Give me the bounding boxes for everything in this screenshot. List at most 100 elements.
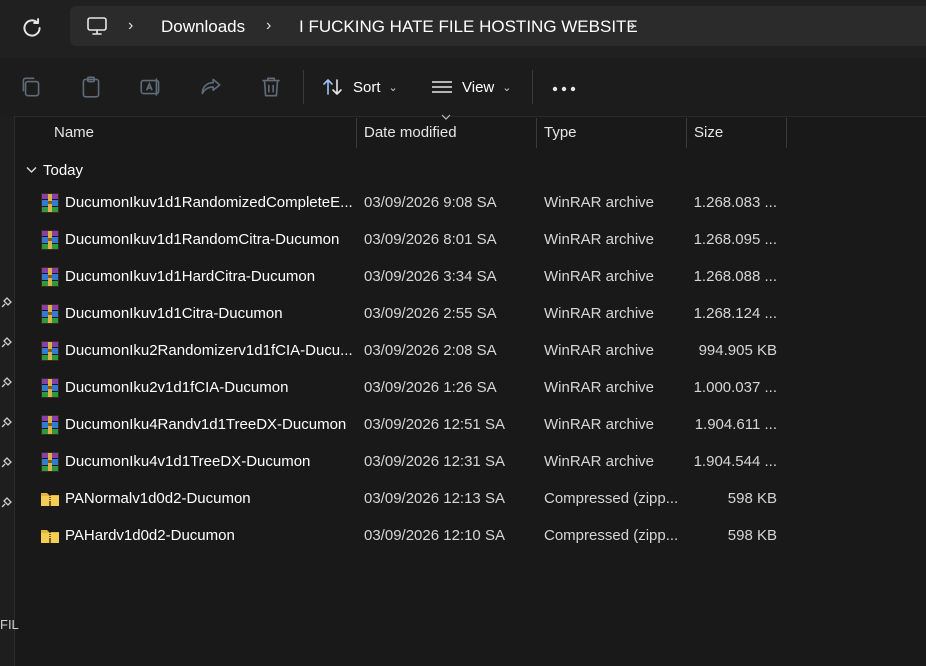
file-row[interactable]: DucumonIkuv1d1Citra-Ducumon 03/09/2026 2:…	[20, 295, 786, 332]
command-bar: Sort ⌄ View ⌄	[0, 58, 926, 117]
file-date-modified: 03/09/2026 2:08 SA	[364, 342, 497, 359]
file-type: WinRAR archive	[544, 194, 655, 211]
file-type: WinRAR archive	[544, 416, 655, 433]
rename-icon[interactable]	[138, 74, 164, 100]
delete-icon[interactable]	[258, 74, 284, 100]
file-date-modified: 03/09/2026 8:01 SA	[364, 231, 497, 248]
file-date-modified: 03/09/2026 3:34 SA	[364, 268, 497, 285]
file-name: DucumonIku4v1d1TreeDX-Ducumon	[65, 453, 311, 470]
file-date-modified: 03/09/2026 12:10 SA	[364, 527, 505, 544]
chevron-right-icon[interactable]: ›	[266, 16, 280, 36]
file-type: WinRAR archive	[544, 305, 655, 322]
file-type: Compressed (zipp...	[544, 527, 679, 544]
pin-icon[interactable]	[0, 337, 12, 349]
winrar-icon	[41, 304, 59, 324]
file-size: 1.000.037 ...	[693, 379, 777, 396]
chevron-right-icon[interactable]: ›	[630, 16, 644, 36]
file-size: 598 KB	[727, 490, 777, 507]
toolbar-divider	[303, 70, 304, 104]
column-divider[interactable]	[686, 118, 687, 148]
file-type: WinRAR archive	[544, 453, 655, 470]
file-name: DucumonIkuv1d1HardCitra-Ducumon	[65, 268, 316, 285]
breadcrumb-downloads[interactable]: Downloads	[161, 16, 245, 38]
file-row[interactable]: PAHardv1d0d2-Ducumon 03/09/2026 12:10 SA C…	[20, 517, 786, 554]
file-row[interactable]: DucumonIku2Randomizerv1d1fCIA-Ducu... 03/…	[20, 332, 786, 369]
file-size: 1.268.095 ...	[693, 231, 777, 248]
column-divider[interactable]	[356, 118, 357, 148]
breadcrumb-current-folder[interactable]: I FUCKING HATE FILE HOSTING WEBSITE	[299, 16, 638, 38]
pin-icon[interactable]	[0, 457, 12, 469]
column-divider[interactable]	[786, 118, 787, 148]
file-name: DucumonIkuv1d1Citra-Ducumon	[65, 305, 283, 322]
file-size: 598 KB	[727, 527, 777, 544]
winrar-icon	[41, 230, 59, 250]
file-size: 994.905 KB	[698, 342, 777, 359]
view-label: View	[462, 78, 495, 96]
column-header-size[interactable]: Size	[694, 118, 723, 148]
file-name: PANormalv1d0d2-Ducumon	[65, 490, 251, 507]
chevron-right-icon[interactable]: ›	[128, 16, 142, 36]
paste-icon[interactable]	[78, 74, 104, 100]
column-divider[interactable]	[536, 118, 537, 148]
winrar-icon	[41, 267, 59, 287]
file-row[interactable]: DucumonIku2v1d1fCIA-Ducumon 03/09/2026 1:…	[20, 369, 786, 406]
view-button[interactable]: View ⌄	[431, 74, 511, 100]
sort-label: Sort	[353, 78, 381, 96]
winrar-icon	[41, 341, 59, 361]
address-bar-region: › Downloads › I FUCKING HATE FILE HOSTIN…	[0, 0, 926, 58]
sort-icon	[323, 79, 342, 95]
share-icon[interactable]	[198, 74, 224, 100]
pin-icon[interactable]	[0, 377, 12, 389]
file-row[interactable]: DucumonIkuv1d1RandomizedCompleteE... 03/0…	[20, 184, 786, 221]
address-bar[interactable]: › Downloads › I FUCKING HATE FILE HOSTIN…	[70, 6, 926, 46]
column-header-name[interactable]: Name	[54, 118, 94, 148]
chevron-down-icon: ⌄	[502, 81, 512, 94]
file-date-modified: 03/09/2026 2:55 SA	[364, 305, 497, 322]
file-row[interactable]: DucumonIku4v1d1TreeDX-Ducumon 03/09/2026 …	[20, 443, 786, 480]
chevron-down-icon: ⌄	[388, 81, 398, 94]
file-size: 1.904.611 ...	[694, 416, 777, 433]
file-size: 1.904.544 ...	[693, 453, 777, 470]
file-row[interactable]: DucumonIkuv1d1RandomCitra-Ducumon 03/09/2…	[20, 221, 786, 258]
file-type: WinRAR archive	[544, 231, 655, 248]
more-options-icon[interactable]	[552, 86, 576, 92]
file-type: WinRAR archive	[544, 268, 655, 285]
file-size: 1.268.124 ...	[693, 305, 777, 322]
group-header-today[interactable]: Today	[26, 160, 83, 180]
group-label: Today	[43, 161, 84, 179]
file-date-modified: 03/09/2026 12:51 SA	[364, 416, 505, 433]
refresh-icon[interactable]	[19, 15, 45, 41]
nav-item-partial-label[interactable]: FIL	[0, 617, 19, 632]
file-date-modified: 03/09/2026 1:26 SA	[364, 379, 497, 396]
pin-icon[interactable]	[0, 297, 12, 309]
column-header-date-modified[interactable]: Date modified	[364, 118, 457, 148]
pin-icon[interactable]	[0, 497, 12, 509]
file-size: 1.268.088 ...	[693, 268, 777, 285]
chevron-down-icon	[26, 167, 37, 173]
column-header-type[interactable]: Type	[544, 118, 577, 148]
file-type: WinRAR archive	[544, 379, 655, 396]
file-type: WinRAR archive	[544, 342, 655, 359]
file-date-modified: 03/09/2026 9:08 SA	[364, 194, 497, 211]
file-name: DucumonIkuv1d1RandomizedCompleteE...	[65, 194, 353, 211]
copy-icon[interactable]	[18, 74, 44, 100]
winrar-icon	[41, 378, 59, 398]
file-name: PAHardv1d0d2-Ducumon	[65, 527, 235, 544]
file-name: DucumonIku4Randv1d1TreeDX-Ducumon	[65, 416, 347, 433]
winrar-icon	[41, 415, 59, 435]
file-row[interactable]: DucumonIkuv1d1HardCitra-Ducumon 03/09/202…	[20, 258, 786, 295]
pin-icon[interactable]	[0, 417, 12, 429]
zip-folder-icon	[41, 493, 59, 506]
file-row[interactable]: PANormalv1d0d2-Ducumon 03/09/2026 12:13 S…	[20, 480, 786, 517]
file-row[interactable]: DucumonIku4Randv1d1TreeDX-Ducumon 03/09/2…	[20, 406, 786, 443]
file-size: 1.268.083 ...	[693, 194, 777, 211]
view-list-icon	[432, 81, 452, 93]
sort-button[interactable]: Sort ⌄	[322, 74, 398, 100]
zip-folder-icon	[41, 530, 59, 543]
this-pc-icon[interactable]	[86, 16, 108, 36]
winrar-icon	[41, 452, 59, 472]
file-date-modified: 03/09/2026 12:31 SA	[364, 453, 505, 470]
navigation-pane[interactable]	[0, 116, 15, 666]
file-name: DucumonIku2v1d1fCIA-Ducumon	[65, 379, 289, 396]
toolbar-divider	[532, 70, 533, 104]
